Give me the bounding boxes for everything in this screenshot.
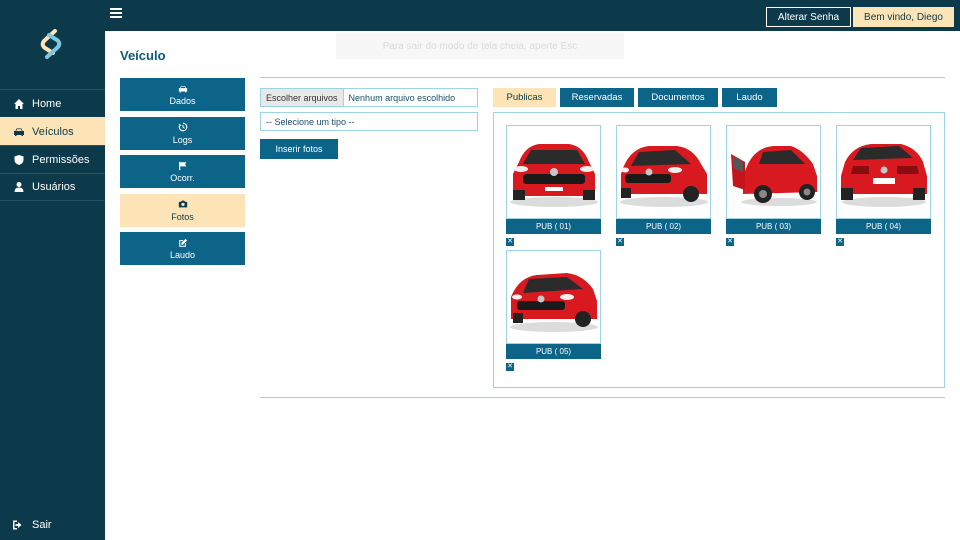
- photo-label: PUB ( 05): [506, 344, 601, 359]
- home-icon: [12, 98, 26, 110]
- photo-gallery: PUB ( 01) ✕ PUB ( 02) ✕ PUB (03) ✕ PUB …: [493, 112, 945, 388]
- section-fotos-button[interactable]: Fotos: [120, 193, 245, 227]
- section-label: Laudo: [169, 250, 196, 260]
- photo-label: PUB ( 04): [836, 219, 931, 234]
- delete-photo-icon[interactable]: ✕: [836, 238, 844, 246]
- choose-files-button[interactable]: Escolher arquivos: [261, 89, 344, 106]
- user-icon: [12, 181, 26, 193]
- sidebar-item-label: Permissões: [32, 153, 90, 166]
- tab-laudo[interactable]: Laudo: [722, 88, 777, 107]
- edit-icon: [178, 237, 188, 248]
- flag-icon: [178, 160, 188, 171]
- sidebar-item-usuarios[interactable]: Usuários: [0, 173, 105, 201]
- photo-thumbnail[interactable]: [836, 125, 931, 219]
- photo-type-select[interactable]: -- Selecione um tipo --: [260, 112, 478, 131]
- app-root: Home Veículos Permissões Usuários Sair A…: [0, 0, 960, 540]
- photo-card: PUB ( 05) ✕: [506, 250, 601, 371]
- sidebar-item-home[interactable]: Home: [0, 89, 105, 117]
- menu-toggle-icon[interactable]: [110, 8, 122, 22]
- brand-logo: [40, 29, 62, 59]
- logout-label: Sair: [32, 519, 52, 531]
- photo-label: PUB ( 02): [616, 219, 711, 234]
- photo-card: PUB ( 02) ✕: [616, 125, 711, 246]
- photo-thumbnail[interactable]: [726, 125, 821, 219]
- file-upload-input[interactable]: Escolher arquivos Nenhum arquivo escolhi…: [260, 88, 478, 107]
- car-icon: [178, 83, 188, 94]
- content-divider-bottom: [260, 397, 945, 398]
- sidebar: Home Veículos Permissões Usuários Sair: [0, 0, 105, 540]
- delete-photo-icon[interactable]: ✕: [726, 238, 734, 246]
- photo-label: PUB ( 01): [506, 219, 601, 234]
- sign-out-icon: [12, 519, 26, 531]
- file-status-text: Nenhum arquivo escolhido: [348, 92, 456, 103]
- car-photo-front: [510, 144, 598, 207]
- tab-publicas[interactable]: Publicas: [493, 88, 556, 107]
- photo-thumbnail[interactable]: [506, 250, 601, 344]
- content-divider-top: [260, 77, 945, 78]
- insert-photos-button[interactable]: Inserir fotos: [260, 139, 338, 159]
- logout-button[interactable]: Sair: [12, 519, 52, 531]
- photo-label: PUB ( 03): [726, 219, 821, 234]
- welcome-user-button[interactable]: Bem vindo, Diego: [853, 7, 954, 27]
- car-photo-rear: [841, 144, 927, 207]
- camera-icon: [178, 199, 188, 210]
- history-icon: [178, 122, 188, 133]
- section-dados-button[interactable]: Dados: [120, 78, 245, 111]
- car-icon: [12, 126, 26, 138]
- section-ocorr-button[interactable]: Ocorr.: [120, 155, 245, 188]
- photo-thumbnail[interactable]: [506, 125, 601, 219]
- shield-icon: [12, 154, 26, 166]
- car-photo-front-angle-2: [510, 273, 598, 332]
- page-title: Veículo: [120, 48, 166, 63]
- section-label: Ocorr.: [170, 173, 195, 183]
- photo-thumbnail[interactable]: [616, 125, 711, 219]
- delete-photo-icon[interactable]: ✕: [506, 363, 514, 371]
- sidebar-item-label: Usuários: [32, 181, 76, 193]
- section-laudo-button[interactable]: Laudo: [120, 232, 245, 265]
- photo-card: PUB ( 03) ✕: [726, 125, 821, 246]
- photo-card: PUB ( 04) ✕: [836, 125, 931, 246]
- sidebar-item-label: Home: [32, 97, 62, 110]
- fullscreen-toast: Para sair do modo de tela cheia, aperte …: [336, 33, 624, 59]
- tab-reservadas[interactable]: Reservadas: [560, 88, 634, 107]
- section-menu: Dados Logs Ocorr. Fotos Laudo: [120, 78, 245, 271]
- tab-documentos[interactable]: Documentos: [638, 88, 718, 107]
- delete-photo-icon[interactable]: ✕: [616, 238, 624, 246]
- car-photo-front-angle: [620, 146, 708, 207]
- sidebar-item-permissoes[interactable]: Permissões: [0, 145, 105, 173]
- section-label: Fotos: [171, 211, 194, 222]
- car-photo-side-open: [731, 146, 817, 206]
- sidebar-item-veiculos[interactable]: Veículos: [0, 117, 105, 145]
- sidebar-item-label: Veículos: [32, 125, 74, 138]
- change-password-button[interactable]: Alterar Senha: [766, 7, 851, 27]
- topbar: Alterar Senha Bem vindo, Diego: [105, 0, 960, 31]
- section-logs-button[interactable]: Logs: [120, 116, 245, 150]
- delete-photo-icon[interactable]: ✕: [506, 238, 514, 246]
- section-label: Logs: [172, 134, 193, 145]
- section-label: Dados: [169, 96, 196, 106]
- photo-card: PUB ( 01) ✕: [506, 125, 601, 246]
- sidebar-nav: Home Veículos Permissões Usuários: [0, 89, 105, 201]
